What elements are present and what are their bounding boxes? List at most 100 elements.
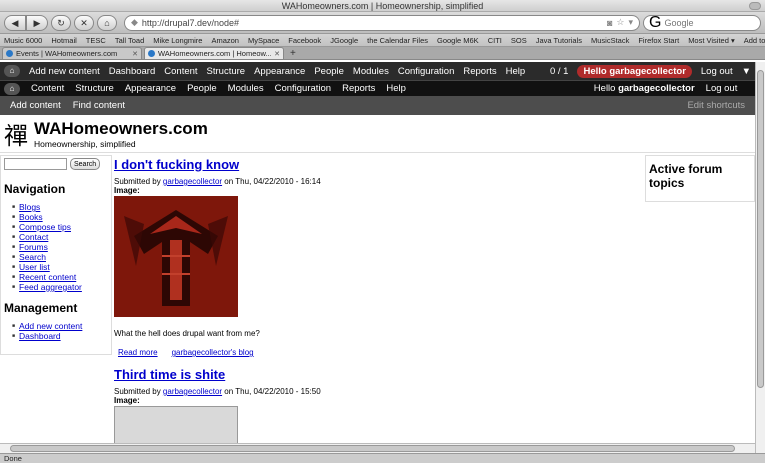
admin-menu-item[interactable]: Content [31, 83, 64, 94]
rss-icon[interactable]: ◙ [607, 18, 612, 28]
toggle-drawer-icon[interactable]: ▼ [742, 66, 751, 77]
bookmark-item[interactable]: Amazon [211, 36, 239, 45]
bookmark-item[interactable]: Facebook [288, 36, 321, 45]
sidebar-search-input[interactable] [4, 158, 67, 170]
search-button[interactable]: Search [70, 158, 101, 170]
back-button[interactable]: ◀ [4, 14, 26, 31]
node-title-link[interactable]: I don't fucking know [114, 157, 638, 172]
node-title-link[interactable]: Third time is shite [114, 367, 638, 382]
edit-shortcuts-link[interactable]: Edit shortcuts [687, 100, 745, 111]
bookmark-item[interactable]: Tall Toad [115, 36, 144, 45]
admin-menu-item[interactable]: Help [386, 83, 406, 94]
menu-link[interactable]: Search [19, 252, 46, 262]
bookmark-item[interactable]: the Calendar Files [367, 36, 428, 45]
menu-link[interactable]: Forums [19, 242, 48, 252]
bookmark-item[interactable]: SOS [511, 36, 527, 45]
forward-button[interactable]: ▶ [26, 14, 48, 31]
menu-link[interactable]: Books [19, 212, 43, 222]
admin-toolbar-item[interactable]: Reports [463, 66, 496, 77]
bookmark-item[interactable]: Mike Longmire [153, 36, 202, 45]
logout-link[interactable]: Log out [701, 66, 733, 77]
scroll-thumb[interactable] [10, 445, 735, 452]
vertical-scrollbar[interactable] [755, 62, 765, 453]
bookmark-item[interactable]: MySpace [248, 36, 279, 45]
address-bar[interactable]: ◆ ◙ ☆ ▾ [124, 14, 640, 31]
bookmark-item[interactable]: JGoogle [330, 36, 358, 45]
horizontal-scrollbar[interactable] [0, 443, 755, 453]
author-link[interactable]: garbagecollector [163, 177, 222, 186]
close-icon[interactable]: ✕ [132, 50, 138, 58]
admin-toolbar-item[interactable]: Appearance [254, 66, 305, 77]
node-body: What the hell does drupal want from me? [114, 329, 260, 338]
tab-events[interactable]: Events | WAHomeowners.com ✕ [2, 47, 142, 59]
stop-button[interactable]: ✕ [74, 14, 94, 31]
admin-toolbar-item[interactable]: Dashboard [109, 66, 155, 77]
admin-toolbar-item[interactable]: Configuration [398, 66, 455, 77]
close-icon[interactable]: ✕ [274, 50, 280, 58]
tab-homeowners[interactable]: WAHomeowners.com | Homeow... ✕ [144, 47, 284, 59]
bookmark-item[interactable]: Google M6K [437, 36, 479, 45]
bullet-icon: ■ [12, 254, 16, 260]
admin-toolbar-item[interactable]: Modules [353, 66, 389, 77]
bookmark-item[interactable]: TESC [86, 36, 106, 45]
home-icon[interactable]: ⌂ [4, 82, 20, 95]
tab-favicon-icon [6, 50, 13, 57]
dropdown-icon[interactable]: ▾ [628, 17, 633, 28]
site-logo[interactable]: 禪 [4, 116, 28, 151]
bookmark-item[interactable]: Music 6000 [4, 36, 42, 45]
search-engine-icon[interactable]: G [649, 14, 661, 32]
node-image[interactable] [114, 406, 238, 446]
bookmark-item[interactable]: MusicStack [591, 36, 629, 45]
bookmark-item[interactable]: Java Tutorials [536, 36, 582, 45]
menu-link[interactable]: Feed aggregator [19, 282, 82, 292]
node-links: Read more garbagecollector's blog [114, 348, 638, 357]
reload-button[interactable]: ↻ [51, 14, 71, 31]
menu-link[interactable]: Blogs [19, 202, 40, 212]
site-favicon-icon: ◆ [131, 17, 138, 27]
admin-menu-item[interactable]: Modules [228, 83, 264, 94]
home-button[interactable]: ⌂ [97, 14, 117, 31]
shortcut-find-content[interactable]: Find content [73, 100, 125, 111]
admin-menu-item[interactable]: Configuration [275, 83, 332, 94]
search-bar[interactable]: G [643, 14, 761, 32]
admin-menu-item[interactable]: Reports [342, 83, 375, 94]
bookmark-item[interactable]: CITI [488, 36, 502, 45]
menu-link[interactable]: Recent content [19, 272, 76, 282]
author-link[interactable]: garbagecollector [163, 387, 222, 396]
menu-link[interactable]: User list [19, 262, 50, 272]
menu-item: ■ Forums [12, 242, 108, 252]
read-more-link[interactable]: Read more [118, 348, 158, 357]
scroll-thumb[interactable] [757, 70, 764, 388]
menu-link[interactable]: Add new content [19, 321, 82, 331]
admin-toolbar-item[interactable]: Add new content [29, 66, 100, 77]
home-icon[interactable]: ⌂ [4, 65, 20, 77]
tab-label: Events | WAHomeowners.com [16, 49, 118, 58]
admin-toolbar-item[interactable]: People [314, 66, 344, 77]
shortcut-add-content[interactable]: Add content [10, 100, 61, 111]
menu-link[interactable]: Compose tips [19, 222, 71, 232]
menu-item: ■ Blogs [12, 202, 108, 212]
admin-menu-item[interactable]: Structure [75, 83, 114, 94]
username[interactable]: garbagecollector [618, 83, 695, 94]
author-blog-link[interactable]: garbagecollector's blog [172, 348, 254, 357]
admin-menu-item[interactable]: People [187, 83, 217, 94]
admin-menu-item[interactable]: Appearance [125, 83, 176, 94]
bookmark-item[interactable]: Firefox Start [638, 36, 679, 45]
window-toolbar-toggle[interactable] [749, 2, 761, 10]
bookmark-item[interactable]: Most Visited ▾ [688, 36, 735, 45]
admin-toolbar-item[interactable]: Content [164, 66, 197, 77]
menu-link[interactable]: Contact [19, 232, 48, 242]
new-tab-button[interactable]: + [286, 48, 300, 59]
bookmark-star-icon[interactable]: ☆ [616, 17, 624, 28]
menu-logout-link[interactable]: Log out [706, 83, 738, 94]
node-image[interactable] [114, 196, 238, 317]
bookmark-item[interactable]: Hotmail [51, 36, 76, 45]
menu-link[interactable]: Dashboard [19, 331, 61, 341]
url-input[interactable] [141, 17, 603, 28]
site-name[interactable]: WAHomeowners.com [34, 119, 208, 139]
admin-toolbar-item[interactable]: Structure [207, 66, 246, 77]
admin-toolbar-item[interactable]: Help [506, 66, 526, 77]
bookmark-item[interactable]: Add to Wish List [744, 36, 765, 45]
user-account-link[interactable]: Hello garbagecollector [577, 64, 692, 78]
search-input[interactable] [664, 17, 755, 28]
